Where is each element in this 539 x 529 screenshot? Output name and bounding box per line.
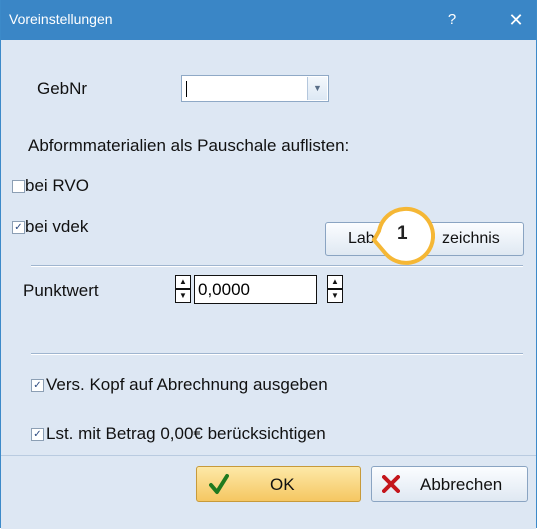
lst-betrag-label: Lst. mit Betrag 0,00€ berücksichtigen — [46, 424, 326, 443]
bei-rvo-label: bei RVO — [25, 176, 89, 195]
checkmark-icon — [209, 473, 229, 500]
bei-vdek-label: bei vdek — [25, 217, 89, 236]
help-button[interactable]: ? — [437, 5, 467, 35]
close-button[interactable]: ✕ — [501, 5, 531, 35]
pauschale-heading: Abformmaterialien als Pauschale aufliste… — [28, 136, 350, 155]
ok-button[interactable]: OK — [196, 466, 361, 502]
labor-button-label-right: zeichnis — [442, 230, 500, 247]
bei-rvo-checkbox[interactable] — [12, 180, 25, 193]
punktwert-spinner-right[interactable]: ▲ ▼ — [327, 275, 343, 303]
triangle-down-icon[interactable]: ▼ — [175, 289, 191, 303]
cancel-button[interactable]: Abbrechen — [371, 466, 528, 502]
separator — [31, 353, 523, 355]
bei-vdek-checkbox[interactable]: ✓ — [12, 221, 25, 234]
lst-betrag-checkbox[interactable]: ✓ — [31, 428, 44, 441]
ok-button-label: OK — [270, 475, 295, 494]
separator — [31, 265, 523, 267]
triangle-down-icon[interactable]: ▼ — [327, 289, 343, 303]
cancel-button-label: Abbrechen — [420, 475, 503, 494]
vers-kopf-label: Vers. Kopf auf Abrechnung ausgeben — [46, 375, 328, 394]
triangle-up-icon[interactable]: ▲ — [327, 275, 343, 289]
callout-number: 1 — [397, 223, 408, 244]
punktwert-spinner-left[interactable]: ▲ ▼ — [175, 275, 191, 303]
punktwert-input[interactable]: 0,0000 — [194, 275, 317, 304]
title-bar: Voreinstellungen ? ✕ — [1, 0, 536, 40]
window-title: Voreinstellungen — [9, 11, 113, 27]
chevron-down-icon[interactable]: ▼ — [307, 77, 327, 100]
text-cursor — [186, 81, 187, 97]
vers-kopf-checkbox[interactable]: ✓ — [31, 379, 44, 392]
gebnr-label: GebNr — [37, 79, 88, 98]
x-icon — [382, 475, 400, 498]
callout-marker: 1 — [371, 206, 435, 268]
triangle-up-icon[interactable]: ▲ — [175, 275, 191, 289]
punktwert-label: Punktwert — [23, 281, 99, 300]
preferences-dialog: Voreinstellungen ? ✕ GebNr ▼ Abformmater… — [0, 0, 537, 529]
gebnr-combobox[interactable]: ▼ — [181, 75, 329, 102]
